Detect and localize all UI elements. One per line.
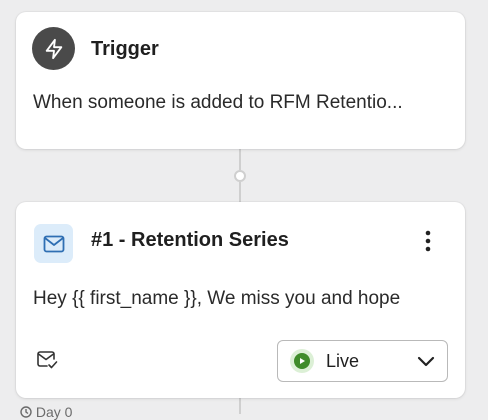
- delay-text: Day 0: [35, 404, 73, 420]
- email-step-title: #1 - Retention Series: [91, 229, 289, 251]
- more-options-button[interactable]: [417, 226, 439, 256]
- email-step-card[interactable]: #1 - Retention Series Hey {{ first_name …: [16, 202, 465, 398]
- envelope-icon: [34, 224, 73, 263]
- lightning-icon: [32, 27, 75, 70]
- flow-connector-line: [239, 182, 241, 202]
- trigger-description: When someone is added to RFM Retentio...: [33, 92, 403, 113]
- chevron-down-icon: [417, 356, 435, 367]
- trigger-title: Trigger: [91, 38, 159, 60]
- play-circle-icon: [290, 349, 314, 373]
- envelope-check-icon: [35, 348, 59, 372]
- delay-label: Day 0: [20, 404, 72, 420]
- status-dropdown[interactable]: Live: [277, 340, 448, 382]
- vertical-dots-icon: [425, 230, 431, 252]
- flow-connector-line: [239, 398, 241, 414]
- email-preview-text: Hey {{ first_name }}, We miss you and ho…: [33, 288, 401, 309]
- add-step-node[interactable]: [234, 170, 246, 182]
- trigger-card[interactable]: Trigger When someone is added to RFM Ret…: [16, 12, 465, 149]
- clock-icon: [20, 406, 32, 418]
- status-selected-value: Live: [326, 350, 360, 371]
- flow-connector-line: [239, 149, 241, 170]
